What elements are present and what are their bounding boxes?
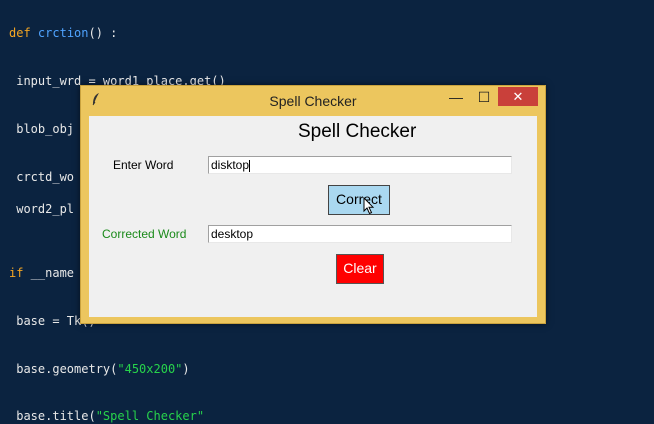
correct-button[interactable]: Correct: [328, 185, 390, 215]
code-text: base.geometry(: [9, 362, 118, 376]
window-client-area: Spell Checker Enter Word disktop Correct…: [89, 116, 537, 317]
code-text: __name: [23, 266, 75, 280]
keyword-def: def: [9, 26, 31, 40]
code-line-title: base.title("Spell Checker": [9, 408, 204, 424]
code-text: () :: [88, 26, 118, 40]
enter-word-label: Enter Word: [113, 158, 174, 172]
close-button[interactable]: ✕: [498, 87, 538, 106]
code-line-crctd: crctd_wo: [9, 170, 75, 184]
app-heading: Spell Checker: [298, 121, 417, 142]
keyword-if: if: [9, 266, 24, 280]
text-caret: [249, 159, 251, 172]
code-line-word2: word2_pl: [9, 202, 75, 216]
code-string: "450x200": [117, 362, 183, 376]
spell-checker-window: Spell Checker — ☐ ✕ Spell Checker Enter …: [80, 85, 546, 324]
code-text: ): [182, 362, 190, 376]
enter-word-input[interactable]: disktop: [208, 156, 512, 174]
code-text: base.title(: [9, 409, 96, 423]
output-value: desktop: [211, 227, 254, 241]
function-name: crction: [37, 26, 89, 40]
code-line-if: if __name: [9, 265, 74, 281]
code-line-blob: blob_obj: [9, 122, 75, 136]
corrected-word-field[interactable]: desktop: [208, 225, 512, 243]
code-string: "Spell Checker": [95, 409, 205, 423]
input-value: disktop: [211, 158, 250, 172]
clear-button[interactable]: Clear: [336, 254, 384, 284]
code-line-def: def crction() :: [9, 25, 117, 41]
corrected-word-label: Corrected Word: [102, 227, 187, 241]
mouse-pointer-icon: [363, 197, 375, 215]
window-titlebar[interactable]: Spell Checker — ☐ ✕: [81, 86, 545, 114]
code-line-geometry: base.geometry("450x200"): [9, 361, 190, 377]
maximize-button[interactable]: ☐: [473, 87, 495, 107]
minimize-button[interactable]: —: [445, 87, 467, 107]
